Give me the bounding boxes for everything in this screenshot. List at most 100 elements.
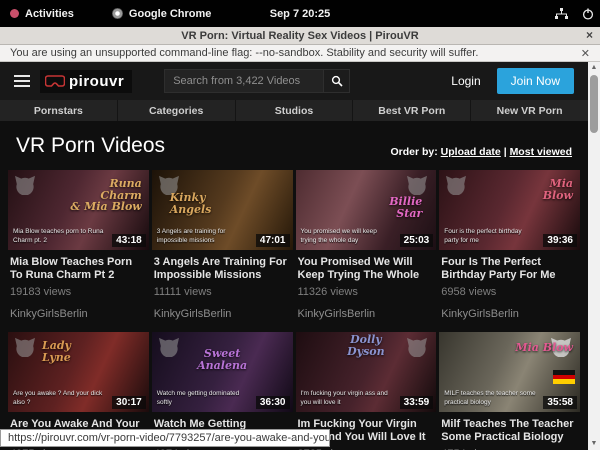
chrome-infobar: You are using an unsupported command-lin… [0,45,600,62]
chrome-icon [112,8,123,19]
thumbnail-overlay-title: Lady Lyne [42,340,71,363]
thumbnail-caption: MILF teaches the teacher some practical … [444,390,536,407]
page-head: VR Porn Videos Order by: Upload date | M… [0,121,588,170]
vr-goggles-icon [45,75,65,88]
video-thumbnail[interactable]: Runa Charm & Mia Blow Mia Blow teaches p… [8,170,149,250]
thumbnail-overlay-title: Kinky Angels [170,192,212,215]
duration-badge: 47:01 [256,234,290,247]
scrollbar-up-arrow-icon[interactable]: ▲ [588,62,600,74]
thumbnail-caption: Are you awake ? And your dick also ? [13,390,105,407]
video-thumbnail[interactable]: Mia Blow Four is the perfect birthday pa… [439,170,580,250]
page-title: VR Porn Videos [16,134,165,158]
studio-cat-mask-icon [445,175,467,195]
thumbnail-overlay-title: Mia Blow [515,342,573,354]
thumbnail-overlay-title: Runa Charm & Mia Blow [70,178,141,213]
main-nav: Pornstars Categories Studios Best VR Por… [0,100,588,121]
video-views: 6958 views [441,286,578,298]
login-link[interactable]: Login [445,74,486,88]
search-icon [331,75,343,87]
order-by-label: Order by: [390,146,437,158]
thumbnail-overlay-title: Dolly Dyson [296,334,437,357]
video-card[interactable]: Mia Blow Four is the perfect birthday pa… [439,170,580,332]
order-by: Order by: Upload date | Most viewed [390,146,572,158]
activities-dot-icon [10,9,19,18]
video-title[interactable]: Mia Blow Teaches Porn To Runa Charm Pt 2 [10,256,147,283]
activities-label: Activities [25,8,74,20]
duration-badge: 30:17 [112,396,146,409]
site-logo[interactable]: pirouvr [40,70,132,93]
thumbnail-caption: Four is the perfect birthday party for m… [444,228,536,245]
nav-item-best-vr[interactable]: Best VR Porn [353,100,471,121]
studio-cat-mask-icon [14,175,36,195]
studio-link[interactable]: KinkyGirlsBerlin [10,308,147,320]
hamburger-menu-icon[interactable] [14,75,30,87]
video-thumbnail[interactable]: Kinky Angels 3 Angels are training for i… [152,170,293,250]
thumbnail-caption: Mia Blow teaches porn to Runa Charm pt. … [13,228,105,245]
germany-flag-icon [553,370,575,384]
power-icon[interactable] [582,8,594,20]
video-views: 19183 views [10,286,147,298]
studio-cat-mask-icon [14,337,36,357]
studio-link[interactable]: KinkyGirlsBerlin [298,308,435,320]
video-thumbnail[interactable]: Billie Star You promised we will keep tr… [296,170,437,250]
chrome-app-menu[interactable]: Google Chrome [102,0,222,27]
infobar-close-icon[interactable]: ✕ [581,47,590,60]
thumbnail-caption: Watch me getting dominated softly [157,390,249,407]
order-upload-date-link[interactable]: Upload date [441,146,501,158]
search-input[interactable] [164,69,324,93]
video-thumbnail[interactable]: Dolly Dyson I'm fucking your virgin ass … [296,332,437,412]
window-close-icon[interactable]: × [586,28,593,42]
thumbnail-overlay-title: Billie Star [389,196,422,219]
clock[interactable]: Sep 7 20:25 [270,8,331,20]
browser-viewport: pirouvr Login Join Now Pornstars Categor… [0,62,588,450]
site-logo-text: pirouvr [69,73,124,90]
thumbnail-caption: 3 Angels are training for impossible mis… [157,228,249,245]
duration-badge: 35:58 [543,396,577,409]
duration-badge: 33:59 [400,396,434,409]
studio-link[interactable]: KinkyGirlsBerlin [154,308,291,320]
system-top-bar: Activities Google Chrome Sep 7 20:25 [0,0,600,27]
network-icon[interactable] [555,8,568,20]
window-title: VR Porn: Virtual Reality Sex Videos | Pi… [181,30,418,42]
video-title[interactable]: 3 Angels Are Training For Impossible Mis… [154,256,291,283]
nav-item-pornstars[interactable]: Pornstars [0,100,118,121]
activities-button[interactable]: Activities [0,0,84,27]
duration-badge: 25:03 [400,234,434,247]
site-header: pirouvr Login Join Now [0,62,588,100]
duration-badge: 39:36 [543,234,577,247]
video-grid: Runa Charm & Mia Blow Mia Blow teaches p… [0,170,588,450]
chrome-app-label: Google Chrome [129,8,212,20]
nav-item-categories[interactable]: Categories [118,100,236,121]
join-now-button[interactable]: Join Now [497,68,574,94]
studio-cat-mask-icon [406,175,428,195]
scrollbar-down-arrow-icon[interactable]: ▼ [588,438,600,450]
thumbnail-caption: I'm fucking your virgin ass and you will… [301,390,393,407]
video-title[interactable]: You Promised We Will Keep Trying The Who… [298,256,435,283]
order-separator: | [504,146,507,158]
search-button[interactable] [324,69,350,93]
scrollbar[interactable]: ▲ ▼ [588,62,600,450]
duration-badge: 36:30 [256,396,290,409]
video-card[interactable]: Kinky Angels 3 Angels are training for i… [152,170,293,332]
studio-link[interactable]: KinkyGirlsBerlin [441,308,578,320]
scrollbar-thumb[interactable] [590,75,598,133]
order-most-viewed-link[interactable]: Most viewed [510,146,572,158]
video-views: 11111 views [154,286,291,298]
video-thumbnail[interactable]: Sweet Analena Watch me getting dominated… [152,332,293,412]
video-thumbnail[interactable]: Mia Blow MILF teaches the teacher some p… [439,332,580,412]
video-title[interactable]: Four Is The Perfect Birthday Party For M… [441,256,578,283]
video-thumbnail[interactable]: Lady Lyne Are you awake ? And your dick … [8,332,149,412]
nav-item-studios[interactable]: Studios [236,100,354,121]
video-card[interactable]: Billie Star You promised we will keep tr… [296,170,437,332]
thumbnail-overlay-title: Sweet Analena [152,348,293,371]
video-card[interactable]: Runa Charm & Mia Blow Mia Blow teaches p… [8,170,149,332]
thumbnail-overlay-title: Mia Blow [543,178,573,201]
infobar-message: You are using an unsupported command-lin… [10,47,478,59]
search-bar [164,69,350,93]
window-titlebar: VR Porn: Virtual Reality Sex Videos | Pi… [0,27,600,45]
video-card[interactable]: Mia Blow MILF teaches the teacher some p… [439,332,580,450]
nav-item-new-vr[interactable]: New VR Porn [471,100,588,121]
video-title[interactable]: Milf Teaches The Teacher Some Practical … [441,418,578,445]
status-bar-url: https://pirouvr.com/vr-porn-video/779325… [0,429,330,447]
duration-badge: 43:18 [112,234,146,247]
